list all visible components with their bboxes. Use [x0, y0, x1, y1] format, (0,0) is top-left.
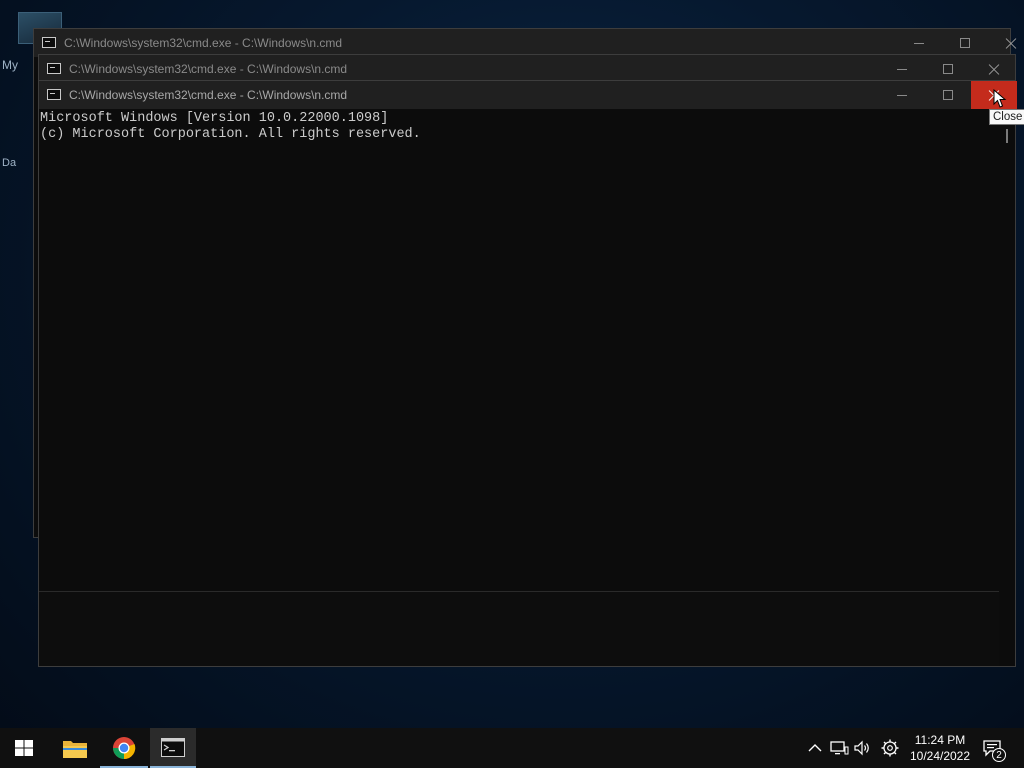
show-hidden-icons-chevron-up-icon[interactable] — [805, 738, 825, 758]
console-line: Microsoft Windows [Version 10.0.22000.10… — [40, 111, 389, 126]
file-explorer-icon — [63, 741, 87, 758]
start-button[interactable] — [0, 728, 48, 768]
volume-icon[interactable] — [853, 738, 873, 758]
desktop-icon-label: Da — [2, 157, 17, 169]
notification-count-badge: 2 — [992, 748, 1006, 762]
minimize-button[interactable] — [896, 29, 942, 57]
start-icon — [15, 740, 33, 756]
window-title: C:\Windows\system32\cmd.exe - C:\Windows… — [69, 88, 348, 102]
close-button[interactable] — [988, 29, 1024, 57]
cmd-icon — [42, 37, 56, 48]
desktop-icon-label: My — [2, 58, 18, 72]
clock-time: 11:24 PM — [914, 733, 966, 747]
clock-date: 10/24/2022 — [909, 749, 971, 763]
system-clock[interactable]: 11:24 PM 10/24/2022 — [905, 732, 975, 764]
taskbar: 11:24 PM 10/24/2022 2 — [0, 728, 1024, 768]
network-icon[interactable] — [829, 738, 849, 758]
cmd-icon — [47, 89, 61, 100]
taskbar-command-prompt[interactable] — [150, 728, 196, 768]
window-title: C:\Windows\system32\cmd.exe - C:\Windows… — [69, 62, 348, 76]
command-prompt-icon — [161, 738, 185, 757]
maximize-button[interactable] — [925, 55, 971, 83]
cmd-icon — [47, 63, 61, 74]
scrollbar-thumb[interactable] — [1006, 129, 1008, 143]
maximize-button[interactable] — [925, 81, 971, 109]
console-output[interactable]: Microsoft Windows [Version 10.0.22000.10… — [39, 109, 999, 666]
window-titlebar[interactable]: C:\Windows\system32\cmd.exe - C:\Windows… — [34, 29, 1010, 57]
taskbar-file-explorer[interactable] — [50, 728, 98, 768]
window-titlebar[interactable]: C:\Windows\system32\cmd.exe - C:\Windows… — [39, 55, 1015, 83]
settings-gear-icon[interactable] — [880, 738, 900, 758]
minimize-button[interactable] — [879, 81, 925, 109]
desktop: My Da C:\Windows\system32\cmd.exe - C:\W… — [0, 0, 1024, 728]
maximize-button[interactable] — [942, 29, 988, 57]
close-button[interactable] — [971, 55, 1017, 83]
cmd-window-front[interactable]: C:\Windows\system32\cmd.exe - C:\Windows… — [38, 80, 1017, 667]
minimize-button[interactable] — [879, 55, 925, 83]
window-titlebar[interactable]: C:\Windows\system32\cmd.exe - C:\Windows… — [39, 81, 1017, 109]
console-lower-area — [39, 591, 999, 666]
chrome-icon — [113, 737, 136, 760]
taskbar-chrome[interactable] — [100, 728, 148, 768]
console-line: (c) Microsoft Corporation. All rights re… — [40, 127, 421, 142]
mouse-cursor-icon — [993, 89, 1007, 108]
close-tooltip: Close — [989, 109, 1024, 125]
vertical-scrollbar[interactable] — [999, 109, 1015, 666]
window-title: C:\Windows\system32\cmd.exe - C:\Windows… — [64, 36, 343, 50]
